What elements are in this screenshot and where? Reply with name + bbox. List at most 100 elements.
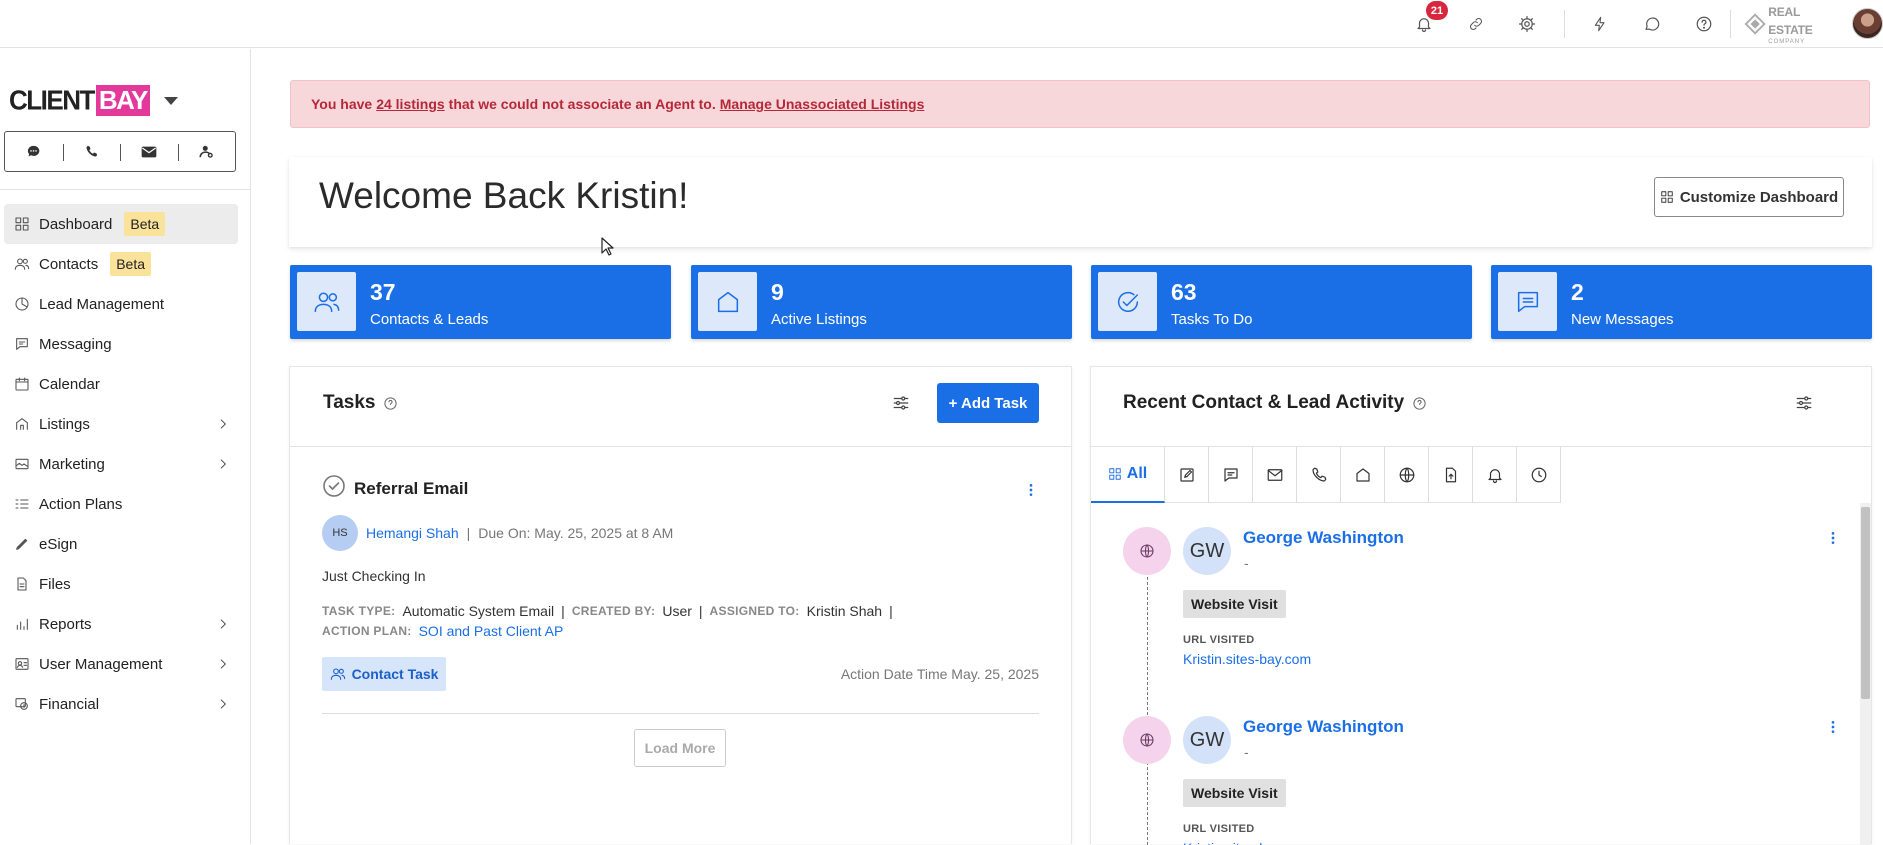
quick-email-button[interactable] <box>120 132 178 171</box>
stat-card-contacts[interactable]: 37 Contacts & Leads <box>290 265 671 339</box>
action-plan-key: ACTION PLAN: <box>322 624 412 638</box>
activity-title: Recent Contact & Lead Activity <box>1123 392 1427 414</box>
stat-card-tasks[interactable]: 63 Tasks To Do <box>1091 265 1472 339</box>
upload-file-icon <box>1445 467 1456 483</box>
tab-emails[interactable] <box>1253 447 1297 503</box>
tab-notes[interactable] <box>1165 447 1209 503</box>
task-complete-checkbox-icon[interactable] <box>322 474 346 498</box>
sidebar-item-label: Contacts <box>39 255 99 273</box>
caret-down-icon[interactable] <box>163 96 178 105</box>
alert-message: that we could not associate an Agent to. <box>448 96 716 112</box>
avatar: GW <box>1183 527 1231 575</box>
help-icon[interactable] <box>383 396 398 411</box>
gear-icon[interactable] <box>1515 12 1539 36</box>
tab-history[interactable] <box>1517 447 1561 503</box>
tab-alerts[interactable] <box>1473 447 1517 503</box>
kebab-menu-icon[interactable] <box>1825 719 1841 735</box>
quick-chat-button[interactable] <box>5 132 63 171</box>
quick-add-contact-button[interactable] <box>177 132 236 171</box>
action-plan-link[interactable]: SOI and Past Client AP <box>419 623 564 639</box>
sidebar-item-reports[interactable]: Reports <box>4 604 238 644</box>
brand-name: REAL ESTATE <box>1768 5 1813 37</box>
assigned-to-key: ASSIGNED TO: <box>709 604 800 618</box>
sidebar-item-label: Reports <box>39 615 92 633</box>
sidebar-item-marketing[interactable]: Marketing <box>4 444 238 484</box>
stat-card-listings[interactable]: 9 Active Listings <box>691 265 1072 339</box>
sidebar-item-user-management[interactable]: User Management <box>4 644 238 684</box>
chevron-right-icon[interactable] <box>216 697 230 711</box>
quick-call-button[interactable] <box>62 132 121 171</box>
sidebar-item-dashboard[interactable]: Dashboard Beta <box>4 204 238 244</box>
contact-task-label: Contact Task <box>351 666 439 682</box>
chat-icon[interactable] <box>1640 12 1664 36</box>
globe-icon <box>1140 544 1154 558</box>
filter-sliders-icon[interactable] <box>892 394 910 412</box>
sidebar-item-listings[interactable]: Listings <box>4 404 238 444</box>
brand-diamond-icon <box>1744 13 1766 35</box>
sidebar-item-label: Action Plans <box>39 495 123 513</box>
sidebar-item-lead-management[interactable]: Lead Management <box>4 284 238 324</box>
listings-count-link[interactable]: 24 listings <box>376 96 444 112</box>
activity-contact-sub: - <box>1244 555 1249 571</box>
load-more-button[interactable]: Load More <box>634 729 726 767</box>
chevron-right-icon[interactable] <box>216 617 230 631</box>
sidebar-item-financial[interactable]: Financial <box>4 684 238 724</box>
lightning-icon[interactable] <box>1588 12 1612 36</box>
sidebar-item-contacts[interactable]: Contacts Beta <box>4 244 238 284</box>
mail-icon <box>141 146 157 157</box>
activity-contact-name[interactable]: George Washington <box>1243 717 1404 737</box>
tab-texts[interactable] <box>1209 447 1253 503</box>
brand-logo: REAL ESTATE COMPANY <box>1744 6 1836 45</box>
stat-label: Contacts & Leads <box>370 311 489 328</box>
app-logo[interactable]: CLIENT BAY <box>9 84 178 116</box>
task-type-key: TASK TYPE: <box>322 604 396 618</box>
activity-title-text: Recent Contact & Lead Activity <box>1123 392 1405 413</box>
stat-card-messages[interactable]: 2 New Messages <box>1491 265 1872 339</box>
task-due: Due On: May. 25, 2025 at 8 AM <box>478 525 674 541</box>
tab-listings[interactable] <box>1341 447 1385 503</box>
tab-all[interactable]: All <box>1091 447 1165 503</box>
tab-calls[interactable] <box>1297 447 1341 503</box>
sidebar-nav: Dashboard Beta Contacts Beta Lead Manage… <box>4 204 238 724</box>
link-icon[interactable] <box>1464 12 1488 36</box>
sidebar-item-calendar[interactable]: Calendar <box>4 364 238 404</box>
tab-website[interactable] <box>1385 447 1429 503</box>
activity-scrollbar-thumb[interactable] <box>1861 507 1870 699</box>
sidebar-item-messaging[interactable]: Messaging <box>4 324 238 364</box>
created-by-value: User <box>662 603 692 619</box>
activity-type-badge: Website Visit <box>1183 590 1286 618</box>
kebab-menu-icon[interactable] <box>1023 482 1039 498</box>
url-visited-link[interactable]: Kristin.sites-bay.com <box>1183 651 1311 667</box>
beta-badge: Beta <box>110 252 152 276</box>
contact-task-tag[interactable]: Contact Task <box>322 657 446 691</box>
user-avatar[interactable] <box>1852 8 1883 39</box>
tasks-title-text: Tasks <box>323 392 376 413</box>
add-task-button[interactable]: + Add Task <box>937 383 1039 423</box>
help-icon[interactable] <box>1412 396 1427 411</box>
tab-files[interactable] <box>1429 447 1473 503</box>
globe-icon <box>1140 733 1154 747</box>
chevron-right-icon[interactable] <box>216 457 230 471</box>
sidebar-item-action-plans[interactable]: Action Plans <box>4 484 238 524</box>
task-title[interactable]: Referral Email <box>354 479 468 499</box>
task-contact-link[interactable]: Hemangi Shah <box>366 525 459 541</box>
activity-contact-name[interactable]: George Washington <box>1243 528 1404 548</box>
chevron-right-icon[interactable] <box>216 417 230 431</box>
manage-unassociated-listings-link[interactable]: Manage Unassociated Listings <box>720 96 925 112</box>
sidebar-item-esign[interactable]: eSign <box>4 524 238 564</box>
help-icon[interactable] <box>1692 12 1716 36</box>
filter-sliders-icon[interactable] <box>1795 394 1813 412</box>
task-details-row: TASK TYPE: Automatic System Email | CREA… <box>322 603 893 619</box>
url-visited-link[interactable]: Kristin.sites-bay.com <box>1183 840 1311 845</box>
chevron-right-icon[interactable] <box>216 657 230 671</box>
customize-dashboard-button[interactable]: Customize Dashboard <box>1654 177 1844 217</box>
customize-dashboard-label: Customize Dashboard <box>1679 188 1839 206</box>
topbar-divider <box>1564 10 1565 38</box>
sidebar-item-label: Calendar <box>39 375 100 393</box>
stat-label: New Messages <box>1571 311 1674 328</box>
chat-icon <box>1223 468 1238 482</box>
kebab-menu-icon[interactable] <box>1825 530 1841 546</box>
stat-label: Tasks To Do <box>1171 311 1253 328</box>
sidebar-item-files[interactable]: Files <box>4 564 238 604</box>
tasks-title: Tasks <box>323 392 398 414</box>
